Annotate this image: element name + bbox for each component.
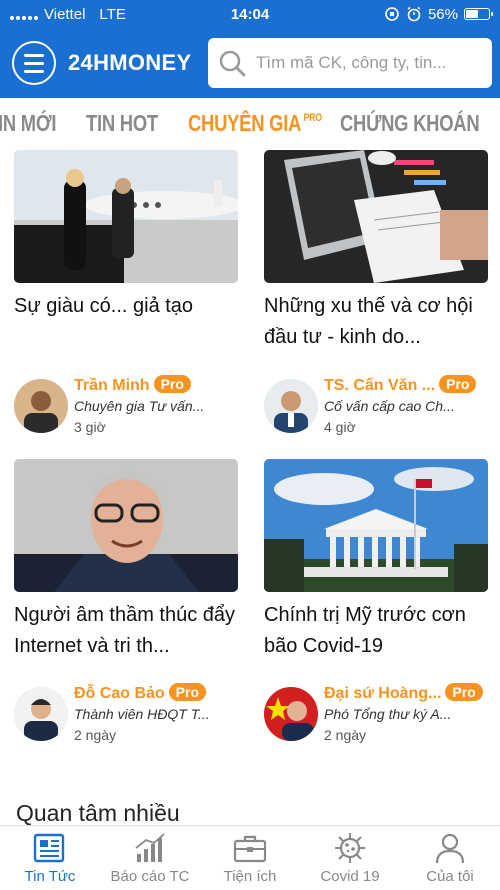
post-time: 4 giờ: [324, 419, 356, 435]
user-icon: [435, 833, 465, 864]
network-label: LTE: [99, 5, 126, 23]
avatar: [264, 687, 318, 741]
nav-covid-19[interactable]: Covid 19: [300, 826, 400, 890]
author-name: Đại sứ Hoàng...: [324, 685, 442, 702]
article-card[interactable]: Chính trị Mỹ trước cơn bão Covid-19: [264, 459, 488, 662]
orientation-lock-icon: [385, 7, 399, 21]
post-time: 2 ngày: [74, 727, 117, 743]
portrait-photo: [14, 459, 238, 592]
author-role: Thành viên HĐQT T...: [74, 706, 210, 722]
author-name: TS. Cấn Văn ...: [324, 377, 436, 394]
status-bar: Viettel LTE 14:04 56%: [0, 0, 500, 28]
author-name: Đỗ Cao Bảo: [74, 685, 165, 702]
pro-badge: Pro: [153, 375, 191, 393]
article-thumbnail[interactable]: [264, 150, 488, 283]
carrier-label: Viettel: [44, 5, 86, 23]
nav-tien-ich[interactable]: Tiện ích: [200, 826, 300, 890]
article-title[interactable]: Người âm thầm thúc đẩy Internet và tri t…: [14, 600, 238, 662]
article-title[interactable]: Chính trị Mỹ trước cơn bão Covid-19: [264, 600, 488, 662]
signal-icon: [10, 8, 38, 20]
author-info[interactable]: Trần Minh Pro Chuyên gia Tư vấn... 3 giờ: [14, 375, 254, 435]
author-info[interactable]: Đại sứ Hoàng... Pro Phó Tổng thư ký A... …: [264, 683, 500, 743]
post-time: 3 giờ: [74, 419, 106, 435]
briefcase-icon: [233, 835, 267, 863]
author-info[interactable]: Đỗ Cao Bảo Pro Thành viên HĐQT T... 2 ngà…: [14, 683, 254, 743]
app-header: Viettel LTE 14:04 56% 24HMONEY: [0, 0, 500, 98]
nav-label: Covid 19: [320, 868, 380, 885]
tab-chuyen-gia[interactable]: CHUYÊN GIA PRO: [188, 110, 322, 137]
author-role: Phó Tổng thư ký A...: [324, 706, 452, 722]
pro-badge: Pro: [168, 683, 207, 701]
laptop-desk-photo: [264, 150, 488, 283]
virus-icon: [335, 833, 365, 863]
nav-label: Báo cáo TC: [110, 868, 190, 885]
tab-tin-moi[interactable]: IN MỚI: [0, 110, 56, 137]
avatar: [264, 379, 318, 433]
author-name: Trần Minh: [74, 377, 150, 394]
author-role: Cố vấn cấp cao Ch...: [324, 398, 455, 414]
tab-chung-khoan[interactable]: CHỨNG KHOÁN: [340, 110, 480, 137]
nav-cua-toi[interactable]: Của tôi: [400, 826, 500, 890]
battery-icon: [464, 8, 493, 20]
pro-badge: Pro: [445, 683, 483, 701]
article-card[interactable]: Những xu thế và cơ hội đầu tư - kinh do.…: [264, 150, 488, 353]
article-thumbnail[interactable]: [264, 459, 488, 592]
article-card[interactable]: Sự giàu có... giả tạo: [14, 150, 238, 353]
nav-label: Của tôi: [426, 868, 474, 885]
pro-superscript: PRO: [303, 111, 323, 124]
author-info[interactable]: TS. Cấn Văn ... Pro Cố vấn cấp cao Ch... …: [264, 375, 500, 435]
nav-label: Tiện ích: [223, 868, 277, 885]
article-thumbnail[interactable]: [14, 150, 238, 283]
post-time: 2 ngày: [324, 727, 367, 743]
battery-percent: 56%: [427, 5, 458, 23]
app-logo: 24HMONEY: [68, 50, 192, 75]
avatar: [14, 379, 68, 433]
newspaper-icon: [33, 833, 65, 863]
nav-bao-cao-tc[interactable]: Báo cáo TC: [100, 826, 200, 890]
bottom-navigation: Tin Tức Báo cáo TC Tiện ích Covid 19 Của…: [0, 825, 500, 890]
search-input[interactable]: [256, 53, 476, 73]
article-thumbnail[interactable]: [14, 459, 238, 592]
nav-label: Tin Tức: [24, 868, 76, 885]
article-title[interactable]: Sự giàu có... giả tạo: [14, 291, 238, 353]
nav-tin-tuc[interactable]: Tin Tức: [0, 826, 100, 890]
capitol-building-photo: [264, 459, 488, 592]
tab-tin-hot[interactable]: TIN HOT: [86, 110, 158, 137]
menu-button[interactable]: [12, 41, 56, 85]
author-role: Chuyên gia Tư vấn...: [74, 398, 205, 414]
pro-badge: Pro: [439, 375, 477, 393]
search-box[interactable]: [208, 38, 492, 88]
article-card[interactable]: Người âm thầm thúc đẩy Internet và tri t…: [14, 459, 238, 662]
search-icon: [219, 50, 246, 77]
article-title[interactable]: Những xu thế và cơ hội đầu tư - kinh do.…: [264, 291, 488, 353]
bar-chart-icon: [135, 833, 165, 862]
alarm-icon: [407, 6, 421, 22]
avatar: [14, 687, 68, 741]
jet-couple-photo: [14, 150, 238, 283]
section-title: Quan tâm nhiều: [16, 800, 180, 826]
category-tabs: IN MỚI TIN HOT CHUYÊN GIA PRO CHỨNG KHOÁN: [0, 98, 500, 148]
